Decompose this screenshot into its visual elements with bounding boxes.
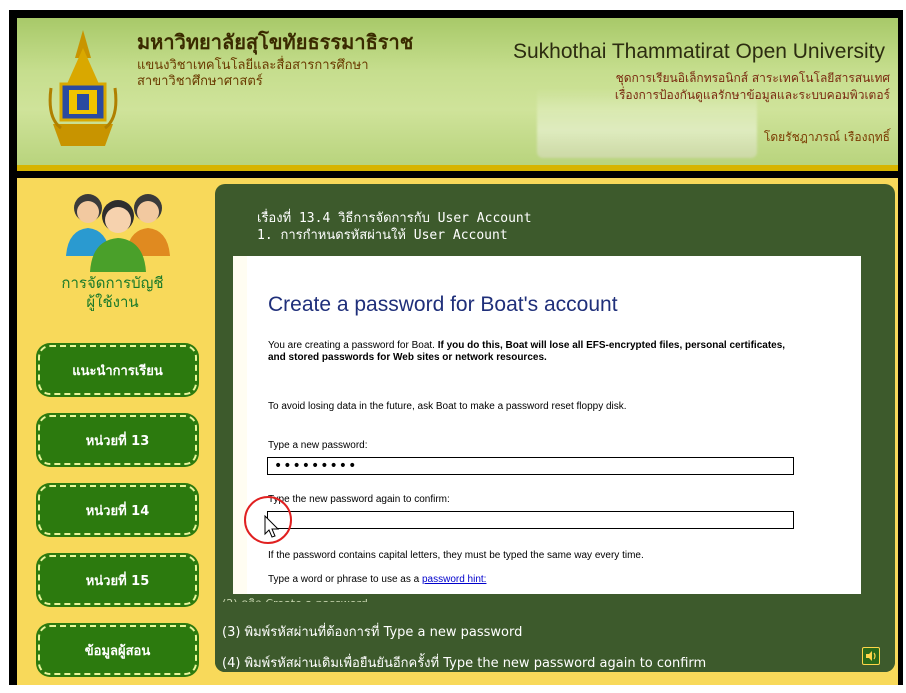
nav-button-unit-14[interactable]: หน่วยที่ 14: [38, 485, 197, 535]
nav-button-instructor[interactable]: ข้อมูลผู้สอน: [38, 625, 197, 675]
sidebar-title-line-1: การจัดการบัญชี: [61, 274, 164, 292]
caps-note: If the password contains capital letters…: [268, 550, 644, 561]
course-line-2: เรื่องการป้องกันดูแลรักษาข้อมูลและระบบคอ…: [614, 88, 890, 102]
department-line-2: สาขาวิชาศึกษาศาสตร์: [137, 74, 263, 89]
step-2-partial: (2) คลิก Create a password: [222, 594, 368, 602]
hint-label-text: Type a word or phrase to use as a: [268, 574, 420, 585]
warning-text: You are creating a password for Boat. If…: [268, 340, 788, 364]
new-password-field[interactable]: •••••••••: [267, 457, 794, 475]
nav-button-unit-13[interactable]: หน่วยที่ 13: [38, 415, 197, 465]
university-emblem: [48, 30, 118, 146]
sidebar-title-line-2: ผู้ใช้งาน: [86, 293, 139, 311]
new-password-label: Type a new password:: [268, 440, 368, 451]
author-name: โดยรัชฎาภรณ์ เรืองฤทธิ์: [763, 130, 890, 144]
mouse-pointer-icon: [264, 515, 280, 538]
nav-button-unit-15[interactable]: หน่วยที่ 15: [38, 555, 197, 605]
nav-button-intro[interactable]: แนะนำการเรียน: [38, 345, 197, 395]
lesson-title: เรื่องที่ 13.4 วิธีการจัดการกับ User Acc…: [257, 210, 532, 244]
university-thai-name: มหาวิทยาลัยสุโขทัยธรรมาธิราช: [137, 30, 414, 54]
confirm-password-field[interactable]: [267, 511, 794, 529]
advice-text: To avoid losing data in the future, ask …: [268, 401, 627, 412]
department-text: แขนงวิชาเทคโนโลยีและสื่อสารการศึกษา สาขา…: [137, 58, 369, 90]
confirm-password-label: Type the new password again to confirm:: [268, 494, 450, 505]
lesson-line-2: 1. การกำหนดรหัสผ่านให้ User Account: [257, 228, 508, 243]
site-header: มหาวิทยาลัยสุโขทัยธรรมาธิราช แขนงวิชาเทค…: [17, 18, 898, 171]
course-line-1: ชุดการเรียนอิเล็กทรอนิกส์ สาระเทคโนโลยีส…: [615, 71, 890, 85]
university-english-name: Sukhothai Thammatirat Open University: [513, 40, 885, 63]
sidebar-title: การจัดการบัญชี ผู้ใช้งาน: [30, 274, 195, 312]
users-group-icon: [66, 194, 170, 272]
header-divider: [17, 165, 898, 171]
lesson-line-1: เรื่องที่ 13.4 วิธีการจัดการกับ User Acc…: [257, 211, 532, 226]
dialog-title: Create a password for Boat's account: [268, 293, 618, 316]
step-3: (3) พิมพ์รหัสผ่านที่ต้องการที่ Type a ne…: [222, 625, 523, 640]
step-4: (4) พิมพ์รหัสผ่านเดิมเพื่อยืนยันอีกครั้ง…: [222, 656, 707, 671]
hint-label: Type a word or phrase to use as a passwo…: [268, 574, 486, 585]
course-title: ชุดการเรียนอิเล็กทรอนิกส์ สาระเทคโนโลยีส…: [615, 70, 890, 104]
password-hint-link[interactable]: password hint:: [422, 574, 486, 585]
dialog-left-strip: [233, 256, 247, 596]
warning-intro: You are creating a password for Boat.: [268, 340, 435, 351]
speaker-glyph-icon: [866, 651, 876, 661]
speaker-icon[interactable]: [862, 647, 880, 665]
department-line-1: แขนงวิชาเทคโนโลยีและสื่อสารการศึกษา: [137, 58, 369, 73]
